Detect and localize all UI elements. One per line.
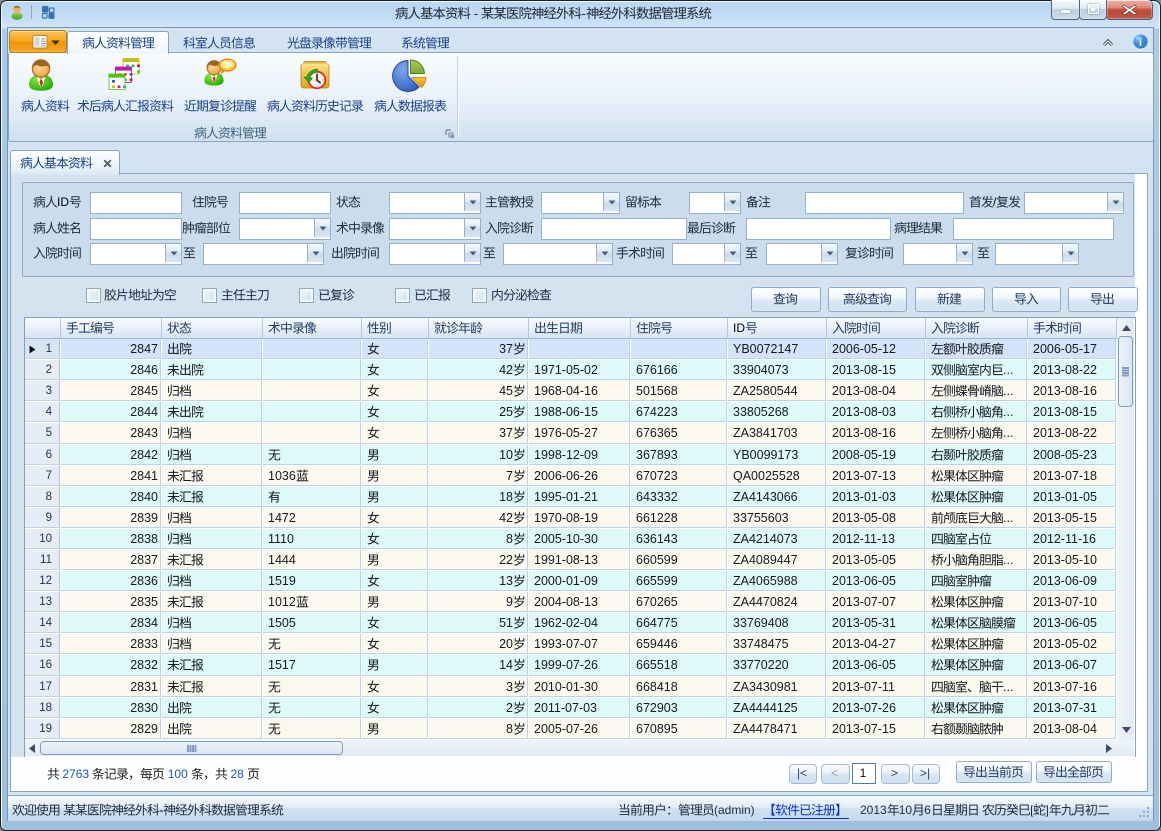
svg-text:i: i	[1139, 37, 1142, 48]
